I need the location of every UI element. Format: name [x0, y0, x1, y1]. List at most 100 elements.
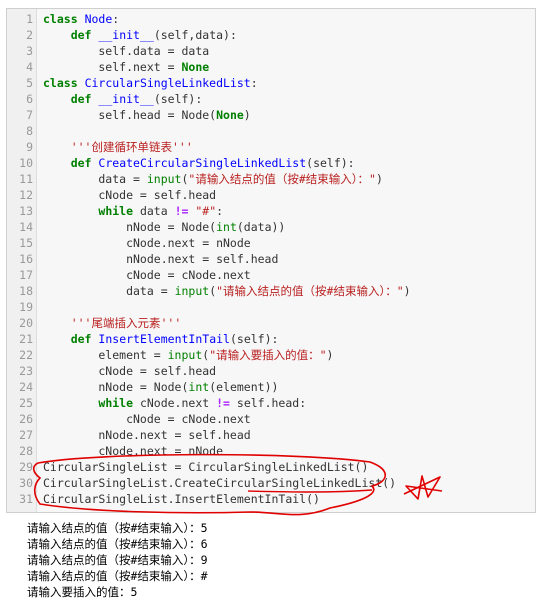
output-line: 请输入结点的值（按#结束输入）：6 [27, 537, 208, 551]
operator: != [174, 204, 189, 218]
code-line[interactable]: while data != "#": [43, 203, 531, 219]
code-line[interactable]: def CreateCircularSingleLinkedList(self)… [43, 155, 531, 171]
builtin: input [174, 284, 210, 298]
output-line: 请输入要插入的值：5 [27, 585, 138, 599]
code-line[interactable] [43, 299, 531, 315]
string-literal: "请输入结点的值（按#结束输入）：" [188, 172, 376, 186]
line-number: 7 [26, 108, 33, 122]
function-name: CreateCircularSingleLinkedList [98, 156, 307, 170]
code-line[interactable]: cNode = cNode.next [43, 267, 531, 283]
builtin: int [188, 380, 210, 394]
code-line[interactable]: cNode = self.head [43, 187, 531, 203]
code-text: CircularSingleList.InsertElementInTail() [43, 492, 320, 506]
code-text: (self): [229, 332, 279, 346]
line-number: 26 [19, 412, 33, 426]
code-text: data = [43, 284, 175, 298]
class-name: CircularSingleLinkedList [84, 76, 251, 90]
line-number: 28 [19, 444, 33, 458]
code-line[interactable]: self.head = Node(None) [43, 107, 531, 123]
code-line[interactable]: def __init__(self,data): [43, 27, 531, 43]
code-line[interactable]: cNode.next = nNode [43, 235, 531, 251]
line-number: 20 [19, 316, 33, 330]
code-text: (self): [153, 92, 203, 106]
code-text: nNode.next = self.head [43, 252, 279, 266]
code-text: cNode = cNode.next [43, 412, 251, 426]
code-line[interactable]: CircularSingleList.InsertElementInTail() [43, 491, 531, 507]
function-name: __init__ [98, 28, 154, 42]
code-line[interactable]: data = input("请输入结点的值（按#结束输入）：") [43, 283, 531, 299]
code-line[interactable]: self.data = data [43, 43, 531, 59]
code-line[interactable]: while cNode.next != self.head: [43, 395, 531, 411]
line-number-gutter: 1 2 3 4 5 6 7 8 9 10 11 12 13 14 15 16 1… [7, 9, 37, 512]
code-text: cNode = self.head [43, 188, 217, 202]
code-line[interactable]: self.next = None [43, 59, 531, 75]
code-text: cNode.next [133, 396, 217, 410]
code-text: self.head: [229, 396, 307, 410]
keyword-constant: None [216, 108, 244, 122]
code-text: ) [326, 348, 334, 362]
line-number: 23 [19, 364, 33, 378]
code-line[interactable]: element = input("请输入要插入的值：") [43, 347, 531, 363]
output-line: 请输入结点的值（按#结束输入）：5 [27, 521, 208, 535]
code-text: self.data = data [43, 44, 210, 58]
string-literal: "请输入要插入的值：" [209, 348, 327, 362]
code-line[interactable]: cNode = self.head [43, 363, 531, 379]
line-number: 10 [19, 156, 33, 170]
code-text: nNode.next = self.head [43, 428, 251, 442]
code-text: ) [403, 284, 411, 298]
line-number: 4 [26, 60, 33, 74]
code-text: cNode = cNode.next [43, 268, 251, 282]
line-number: 6 [26, 92, 33, 106]
code-text: (self,data): [153, 28, 237, 42]
code-line[interactable]: nNode.next = self.head [43, 427, 531, 443]
function-name: InsertElementInTail [98, 332, 230, 346]
line-number: 2 [26, 28, 33, 42]
line-number: 25 [19, 396, 33, 410]
code-line[interactable]: nNode.next = self.head [43, 251, 531, 267]
code-line[interactable]: nNode = Node(int(data)) [43, 219, 531, 235]
line-number: 9 [26, 140, 33, 154]
line-number: 21 [19, 332, 33, 346]
code-text: cNode = self.head [43, 364, 217, 378]
operator: != [216, 396, 230, 410]
code-line[interactable]: def __init__(self): [43, 91, 531, 107]
builtin: input [146, 172, 182, 186]
code-line[interactable]: class Node: [43, 11, 531, 27]
line-number: 22 [19, 348, 33, 362]
code-line[interactable]: '''尾端插入元素''' [43, 315, 531, 331]
keyword: def [70, 28, 92, 42]
line-number: 15 [19, 236, 33, 250]
line-number: 14 [19, 220, 33, 234]
code-line[interactable] [43, 123, 531, 139]
code-line[interactable]: cNode.next = nNode [43, 443, 531, 459]
line-number: 3 [26, 44, 33, 58]
code-line[interactable]: '''创建循环单链表''' [43, 139, 531, 155]
code-text: : [112, 12, 120, 26]
line-number: 30 [19, 476, 33, 490]
code-line[interactable]: cNode = cNode.next [43, 411, 531, 427]
code-text: nNode = Node( [43, 380, 189, 394]
keyword-constant: None [181, 60, 210, 74]
code-line[interactable]: nNode = Node(int(element)) [43, 379, 531, 395]
line-number: 24 [19, 380, 33, 394]
line-number: 19 [19, 300, 33, 314]
string-literal: "请输入结点的值（按#结束输入）：" [216, 284, 404, 298]
keyword: while [98, 396, 134, 410]
line-number: 12 [19, 188, 33, 202]
output-line: 请输入结点的值（按#结束输入）：# [27, 569, 208, 583]
function-name: __init__ [98, 92, 154, 106]
keyword: while [98, 204, 134, 218]
code-cell[interactable]: 1 2 3 4 5 6 7 8 9 10 11 12 13 14 15 16 1… [6, 8, 536, 513]
code-line[interactable]: class CircularSingleLinkedList: [43, 75, 531, 91]
code-line[interactable]: data = input("请输入结点的值（按#结束输入）：") [43, 171, 531, 187]
string-literal: "#" [195, 204, 217, 218]
code-line[interactable]: CircularSingleList.CreateCircularSingleL… [43, 475, 531, 491]
builtin: input [167, 348, 203, 362]
docstring: '''尾端插入元素''' [70, 316, 182, 330]
code-line[interactable]: def InsertElementInTail(self): [43, 331, 531, 347]
code-line[interactable]: CircularSingleList = CircularSingleLinke… [43, 459, 531, 475]
